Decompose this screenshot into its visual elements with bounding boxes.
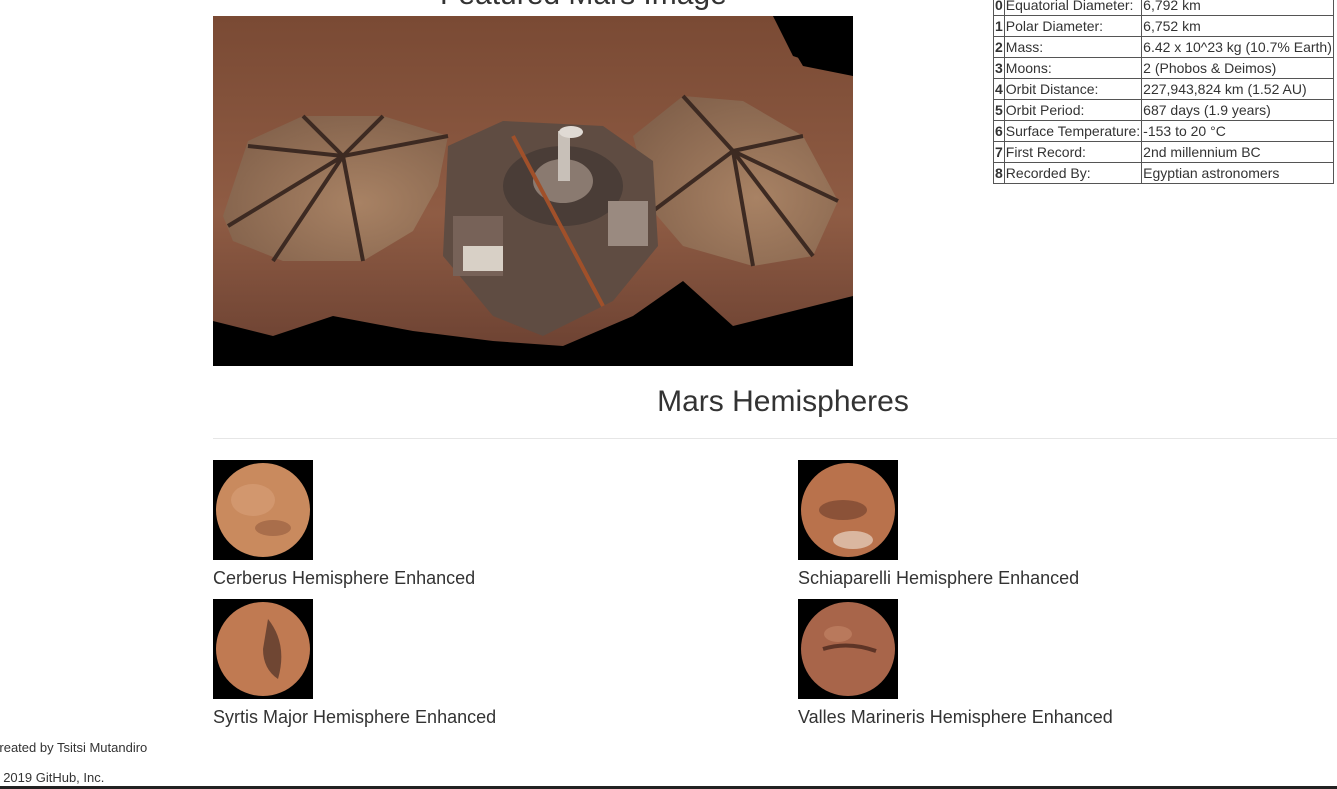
insight-lander-picture [213,16,853,366]
fact-value: -153 to 20 °C [1141,120,1334,142]
fact-value: 2nd millennium BC [1141,141,1334,163]
fact-value: 2 (Phobos & Deimos) [1141,57,1334,79]
fact-value: 687 days (1.9 years) [1141,99,1334,121]
facts-row: 3 Moons: 2 (Phobos & Deimos) [993,57,1334,79]
hemispheres-title: Mars Hemispheres [657,385,909,418]
facts-row: 6 Surface Temperature: -153 to 20 °C [993,120,1334,142]
fact-label: Equatorial Diameter: [1003,0,1143,16]
fact-label: Recorded By: [1003,162,1143,184]
fact-index: 2 [993,36,1005,58]
fact-label: Mass: [1003,36,1143,58]
fact-label: First Record: [1003,141,1143,163]
hemisphere-title[interactable]: Cerberus Hemisphere Enhanced [213,568,633,589]
mars-facts-table: 0 Equatorial Diameter: 6,792 km 1 Polar Diam… [993,0,1334,184]
featured-mars-image[interactable] [213,16,853,366]
hemisphere-title[interactable]: Schiaparelli Hemisphere Enhanced [798,568,1218,589]
hemisphere-thumbnail[interactable] [798,460,898,560]
fact-index: 4 [993,78,1005,100]
facts-row: 7 First Record: 2nd millennium BC [993,141,1334,163]
facts-row: 8 Recorded By: Egyptian astronomers [993,162,1334,184]
fact-value: 6,792 km [1141,0,1334,16]
fact-index: 5 [993,99,1005,121]
hemisphere-title[interactable]: Syrtis Major Hemisphere Enhanced [213,707,633,728]
fact-index: 6 [993,120,1005,142]
hemisphere-title[interactable]: Valles Marineris Hemisphere Enhanced [798,707,1218,728]
footer-copyright: © 2019 GitHub, Inc. [0,770,105,785]
fact-index: 0 [993,0,1005,16]
fact-value: 6.42 x 10^23 kg (10.7% Earth) [1141,36,1334,58]
hemisphere-card-syrtis-major[interactable]: Syrtis Major Hemisphere Enhanced [213,599,633,728]
facts-row: 2 Mass: 6.42 x 10^23 kg (10.7% Earth) [993,36,1334,58]
facts-row: 0 Equatorial Diameter: 6,792 km [993,0,1334,16]
fact-index: 8 [993,162,1005,184]
hemisphere-thumbnail[interactable] [213,460,313,560]
facts-row: 4 Orbit Distance: 227,943,824 km (1.52 AU) [993,78,1334,100]
fact-value: Egyptian astronomers [1141,162,1334,184]
fact-label: Orbit Distance: [1003,78,1143,100]
fact-label: Moons: [1003,57,1143,79]
facts-row: 5 Orbit Period: 687 days (1.9 years) [993,99,1334,121]
fact-label: Orbit Period: [1003,99,1143,121]
hemisphere-thumbnail[interactable] [798,599,898,699]
hemisphere-card-cerberus[interactable]: Cerberus Hemisphere Enhanced [213,460,633,589]
fact-index: 3 [993,57,1005,79]
fact-label: Polar Diameter: [1003,15,1143,37]
fact-value: 227,943,824 km (1.52 AU) [1141,78,1334,100]
fact-value: 6,752 km [1141,15,1334,37]
hemisphere-card-valles-marineris[interactable]: Valles Marineris Hemisphere Enhanced [798,599,1218,728]
featured-image-heading: Featured Mars Image [440,0,727,12]
hemisphere-thumbnail[interactable] [213,599,313,699]
footer-credit: Created by Tsitsi Mutandiro [0,740,148,755]
hemisphere-card-schiaparelli[interactable]: Schiaparelli Hemisphere Enhanced [798,460,1218,589]
fact-label: Surface Temperature: [1003,120,1143,142]
facts-row: 1 Polar Diameter: 6,752 km [993,15,1334,37]
section-divider [213,438,1337,439]
fact-index: 7 [993,141,1005,163]
fact-index: 1 [993,15,1005,37]
